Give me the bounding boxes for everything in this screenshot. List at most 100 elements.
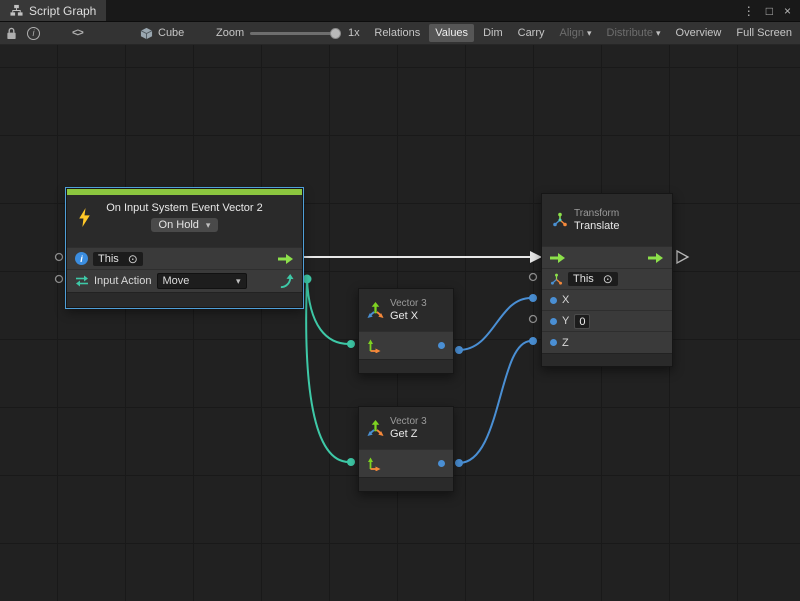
translate-flow-input-arrow[interactable] xyxy=(550,252,566,264)
x-label: X xyxy=(562,294,569,306)
edit-source-button[interactable]: <> xyxy=(72,22,83,44)
get-x-category: Vector 3 xyxy=(390,298,427,310)
graph-owner[interactable]: Cube xyxy=(140,22,184,44)
node-on-input-system-event[interactable]: On Input System Event Vector 2 On Hold ▾… xyxy=(66,188,303,308)
get-z-header: Vector 3 Get Z xyxy=(359,407,453,449)
zoom-slider[interactable] xyxy=(250,22,338,44)
get-x-header: Vector 3 Get X xyxy=(359,289,453,331)
tab-bar: Script Graph ⋮ □ × xyxy=(0,0,800,22)
chevron-down-icon: ▾ xyxy=(656,28,661,39)
translate-x-row: X xyxy=(542,289,672,310)
axes-icon xyxy=(367,457,381,471)
get-x-title: Get X xyxy=(390,310,427,323)
zoom-slider-handle[interactable] xyxy=(330,28,341,39)
event-this-field[interactable]: This ⊙ xyxy=(93,252,143,266)
zoom-slider-track[interactable] xyxy=(250,32,338,35)
info-icon: i xyxy=(75,252,88,265)
event-this-row: i This ⊙ xyxy=(67,247,302,269)
fullscreen-button[interactable]: Full Screen xyxy=(730,24,798,42)
window-controls: ⋮ □ × xyxy=(743,0,800,21)
get-x-input-port[interactable] xyxy=(347,340,355,348)
chevron-down-icon: ▾ xyxy=(236,276,241,287)
inspect-info-button[interactable]: i xyxy=(27,22,40,44)
tab-script-graph[interactable]: Script Graph xyxy=(0,0,106,21)
maximize-icon[interactable]: □ xyxy=(766,5,773,17)
code-icon: <> xyxy=(72,27,83,39)
get-z-output-dot[interactable] xyxy=(438,460,445,467)
translate-node-header: Transform Translate xyxy=(542,194,672,246)
translate-this-row: This ⊙ xyxy=(542,268,672,289)
lock-icon[interactable] xyxy=(6,22,17,44)
get-z-footer xyxy=(359,477,453,491)
zoom-label: Zoom xyxy=(216,22,244,44)
x-port-dot[interactable] xyxy=(550,297,557,304)
z-port-dot[interactable] xyxy=(550,339,557,346)
translate-x-port[interactable] xyxy=(529,294,537,302)
lock-icon-glyph xyxy=(6,27,17,40)
target-picker-icon: ⊙ xyxy=(128,253,138,265)
translate-flow-row xyxy=(542,246,672,268)
event-mode-dropdown[interactable]: On Hold ▾ xyxy=(151,218,219,232)
relations-button[interactable]: Relations xyxy=(368,24,426,42)
event-node-header: On Input System Event Vector 2 On Hold ▾ xyxy=(67,195,302,247)
float-wire-get-z-to-z[interactable] xyxy=(459,341,531,463)
info-icon: i xyxy=(27,27,40,40)
translate-node-category: Transform xyxy=(574,208,619,220)
cube-icon xyxy=(140,27,153,40)
event-node-title: On Input System Event Vector 2 xyxy=(67,195,302,214)
carry-button[interactable]: Carry xyxy=(512,24,551,42)
get-z-output-port[interactable] xyxy=(455,459,463,467)
graph-canvas[interactable]: On Input System Event Vector 2 On Hold ▾… xyxy=(0,45,800,601)
y-port-dot[interactable] xyxy=(550,318,557,325)
get-z-port-row xyxy=(359,449,453,477)
y-label: Y xyxy=(562,315,569,327)
input-action-dropdown[interactable]: Move ▾ xyxy=(157,273,247,289)
get-x-output-port[interactable] xyxy=(455,346,463,354)
event-input-action-row: Input Action Move ▾ xyxy=(67,269,302,292)
event-vector2-output-port[interactable] xyxy=(303,275,312,284)
event-this-port[interactable] xyxy=(56,254,63,261)
overview-button[interactable]: Overview xyxy=(670,24,728,42)
vector2-wire-to-get-x[interactable] xyxy=(307,279,349,344)
translate-node-footer xyxy=(542,353,672,366)
translate-this-port[interactable] xyxy=(530,274,537,281)
vector2-wire-to-get-z[interactable] xyxy=(306,279,349,462)
values-button[interactable]: Values xyxy=(429,24,474,42)
translate-flow-output-arrow[interactable] xyxy=(648,252,664,264)
translate-this-field[interactable]: This ⊙ xyxy=(568,272,618,286)
chevron-down-icon: ▾ xyxy=(206,220,211,231)
get-x-footer xyxy=(359,359,453,373)
event-flow-output-arrow[interactable] xyxy=(278,253,294,265)
float-wire-get-x-to-x[interactable] xyxy=(459,298,531,350)
get-x-port-row xyxy=(359,331,453,359)
translate-node-title: Translate xyxy=(574,220,619,233)
translate-y-port[interactable] xyxy=(530,316,537,323)
node-transform-translate[interactable]: Transform Translate xyxy=(541,193,673,367)
align-dropdown[interactable]: Align ▾ xyxy=(554,24,598,42)
distribute-dropdown[interactable]: Distribute ▾ xyxy=(601,24,667,42)
translate-flow-output-port[interactable] xyxy=(677,251,688,263)
target-picker-icon: ⊙ xyxy=(603,273,613,285)
node-vector3-get-x[interactable]: Vector 3 Get X xyxy=(358,288,454,374)
get-z-title: Get Z xyxy=(390,428,427,441)
script-graph-icon xyxy=(10,4,23,17)
node-vector3-get-z[interactable]: Vector 3 Get Z xyxy=(358,406,454,492)
transform-icon xyxy=(552,212,568,228)
event-input-action-port[interactable] xyxy=(56,276,63,283)
vector3-icon xyxy=(367,302,384,319)
zoom-value: 1x xyxy=(348,22,360,44)
window-menu-icon[interactable]: ⋮ xyxy=(743,5,755,17)
get-z-category: Vector 3 xyxy=(390,416,427,428)
event-vector2-output-arrow[interactable] xyxy=(279,274,294,289)
translate-z-port[interactable] xyxy=(529,337,537,345)
get-z-input-port[interactable] xyxy=(347,458,355,466)
translate-y-row: Y 0 xyxy=(542,310,672,331)
z-label: Z xyxy=(562,337,569,349)
get-x-output-dot[interactable] xyxy=(438,342,445,349)
y-value-field[interactable]: 0 xyxy=(574,314,590,329)
lightning-icon xyxy=(77,208,92,227)
close-icon[interactable]: × xyxy=(784,5,791,17)
transform-mini-icon xyxy=(550,273,563,286)
dim-button[interactable]: Dim xyxy=(477,24,509,42)
input-action-icon xyxy=(75,275,89,287)
